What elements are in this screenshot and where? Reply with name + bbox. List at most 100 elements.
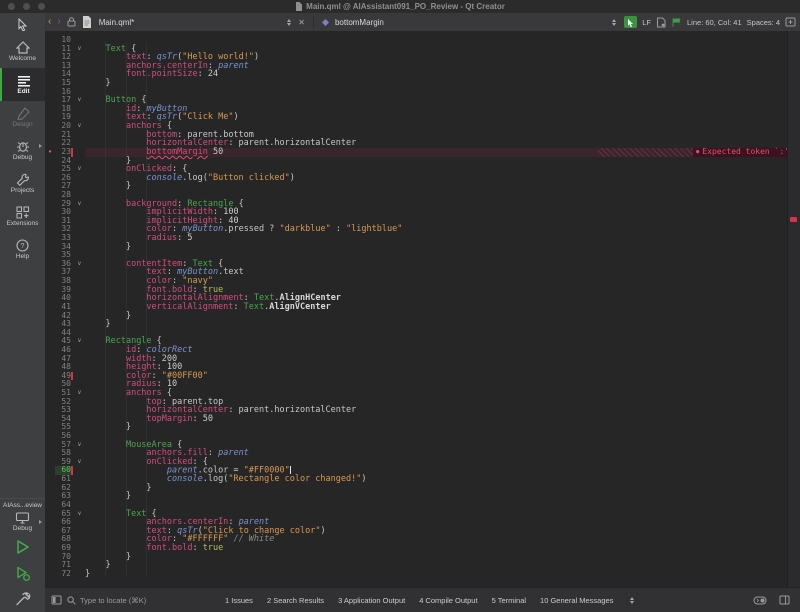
- editor-scrollbar[interactable]: [787, 31, 800, 588]
- output-pane-application-output[interactable]: 3 Application Output: [338, 596, 405, 605]
- sidebar-item-help[interactable]: ? Help: [0, 233, 45, 266]
- code-line[interactable]: 26 console.log("Button clicked"): [45, 174, 788, 183]
- fold-chevron-icon[interactable]: ∨: [74, 389, 85, 398]
- file-dropdown-arrows-icon[interactable]: [284, 19, 294, 26]
- build-target-selector[interactable]: Debug: [0, 510, 45, 534]
- code-line[interactable]: 10: [45, 36, 788, 45]
- code-line[interactable]: 42 }: [45, 312, 788, 321]
- code-lines: 1011∨ Text {12 text: qsTr("Hello world!"…: [45, 36, 788, 578]
- code-line[interactable]: 55 }: [45, 423, 788, 432]
- wrench-icon: [16, 173, 30, 186]
- fold-chevron-icon[interactable]: ∨: [74, 96, 85, 105]
- line-ending-selector[interactable]: LF: [642, 18, 651, 27]
- home-icon: [16, 41, 30, 54]
- output-pane-compile-output[interactable]: 4 Compile Output: [419, 596, 477, 605]
- document-icon: [295, 2, 302, 11]
- code-line[interactable]: 34 }: [45, 243, 788, 252]
- code-line[interactable]: 41 verticalAlignment: Text.AlignVCenter: [45, 303, 788, 312]
- sidebar-item-debug[interactable]: Debug: [0, 134, 45, 167]
- pane-selector-arrows-icon[interactable]: [627, 597, 637, 604]
- output-pane-search-results[interactable]: 2 Search Results: [267, 596, 324, 605]
- code-line[interactable]: 62 }: [45, 484, 788, 493]
- error-annotation: ●Expected token `:': [693, 148, 788, 157]
- search-icon: [67, 596, 76, 605]
- sidebar-item-design: Design: [0, 101, 45, 134]
- go-back-button[interactable]: ‹: [45, 13, 54, 31]
- help-icon: ?: [16, 239, 29, 252]
- cursor-position-label[interactable]: Line: 60, Col: 41: [687, 18, 742, 27]
- fold-chevron-icon[interactable]: ∨: [74, 441, 85, 450]
- line-number[interactable]: 72: [55, 570, 71, 579]
- pointer-cursor-icon: [0, 13, 45, 35]
- sidebar-item-edit[interactable]: Edit: [0, 68, 45, 101]
- error-dot-icon[interactable]: ●: [45, 148, 55, 157]
- code-line[interactable]: 54 topMargin: 50: [45, 415, 788, 424]
- status-bar: Type to locate (⌘K) 1 Issues 2 Search Re…: [45, 587, 800, 612]
- code-line[interactable]: 14 font.pointSize: 24: [45, 70, 788, 79]
- monitor-icon: [15, 512, 30, 524]
- left-sidebar-toggle-icon[interactable]: [51, 595, 62, 605]
- code-line[interactable]: 61 console.log("Rectangle color changed!…: [45, 475, 788, 484]
- mode-sidebar: Welcome Edit Design Debug Projects: [0, 13, 45, 612]
- file-encoding-icon[interactable]: [656, 17, 666, 28]
- sidebar-item-welcome[interactable]: Welcome: [0, 35, 45, 68]
- kit-selector-label[interactable]: AIAss...eview: [0, 498, 45, 510]
- code-line[interactable]: 33 radius: 5: [45, 234, 788, 243]
- qt-creator-window: Main.qml @ AIAssistant091_PO_Review - Qt…: [0, 0, 800, 612]
- submenu-arrow-icon: [39, 144, 42, 148]
- symbol-dropdown[interactable]: bottomMargin: [335, 18, 384, 27]
- output-pane-issues[interactable]: 1 Issues: [225, 596, 253, 605]
- output-pane-general-messages[interactable]: 10 General Messages: [540, 596, 613, 605]
- code-line[interactable]: 70 }: [45, 553, 788, 562]
- design-brush-icon: [16, 107, 30, 120]
- code-line[interactable]: 15 }: [45, 79, 788, 88]
- bug-icon: [16, 140, 30, 153]
- right-sidebar-toggle-icon[interactable]: [779, 595, 790, 605]
- sidebar-item-projects[interactable]: Projects: [0, 167, 45, 200]
- indentation-label[interactable]: Spaces: 4: [747, 18, 780, 27]
- code-line[interactable]: 27 }: [45, 182, 788, 191]
- code-line[interactable]: ●23 bottomMargin 50●Expected token `:': [45, 148, 788, 157]
- fold-chevron-icon[interactable]: ∨: [74, 260, 85, 269]
- open-file-dropdown[interactable]: Main.qml*: [99, 18, 135, 27]
- symbol-dropdown-arrows-icon[interactable]: [609, 19, 619, 26]
- svg-text:?: ?: [21, 243, 25, 250]
- gutter[interactable]: 72: [45, 570, 85, 579]
- debug-run-button[interactable]: [0, 560, 45, 586]
- output-pane-maximize-toggle-icon[interactable]: [753, 596, 767, 605]
- run-button[interactable]: [0, 534, 45, 560]
- error-hatch-stripe: [598, 148, 693, 157]
- go-forward-button[interactable]: ›: [54, 13, 63, 31]
- parse-ok-flag-icon[interactable]: [671, 17, 682, 28]
- code-line[interactable]: 72}: [45, 570, 788, 579]
- code-editor[interactable]: 1011∨ Text {12 text: qsTr("Hello world!"…: [45, 31, 800, 588]
- code-line[interactable]: 69 font.bold: true: [45, 544, 788, 553]
- hammer-icon: [15, 591, 31, 607]
- symbol-diamond-icon: [318, 13, 333, 31]
- code-line[interactable]: 63 }: [45, 492, 788, 501]
- code-line[interactable]: 43 }: [45, 320, 788, 329]
- fold-chevron-icon[interactable]: ∨: [74, 510, 85, 519]
- output-pane-terminal[interactable]: 5 Terminal: [492, 596, 526, 605]
- error-scroll-marker[interactable]: [790, 217, 797, 222]
- fold-chevron-icon[interactable]: ∨: [74, 337, 85, 346]
- fold-chevron-icon[interactable]: ∨: [74, 165, 85, 174]
- extensions-grid-icon: [16, 206, 30, 219]
- code-line[interactable]: 16: [45, 88, 788, 97]
- lock-icon[interactable]: [64, 13, 79, 31]
- run-play-icon: [15, 539, 30, 555]
- fold-chevron-icon[interactable]: ∨: [74, 458, 85, 467]
- code-line[interactable]: 71 }: [45, 561, 788, 570]
- text-cursor-mode-icon[interactable]: [624, 16, 637, 28]
- close-document-button[interactable]: ✕: [294, 18, 309, 27]
- fold-chevron-icon[interactable]: ∨: [74, 200, 85, 209]
- locator-input[interactable]: Type to locate (⌘K): [67, 596, 197, 605]
- fold-chevron-icon[interactable]: ∨: [74, 122, 85, 131]
- fold-chevron-icon[interactable]: ∨: [74, 45, 85, 54]
- split-editor-icon[interactable]: [785, 17, 796, 27]
- build-button[interactable]: [0, 586, 45, 612]
- sidebar-item-extensions[interactable]: Extensions: [0, 200, 45, 233]
- locator-placeholder: Type to locate (⌘K): [80, 596, 146, 605]
- submenu-arrow-icon: [39, 520, 42, 524]
- window-title: Main.qml @ AIAssistant091_PO_Review - Qt…: [306, 2, 505, 11]
